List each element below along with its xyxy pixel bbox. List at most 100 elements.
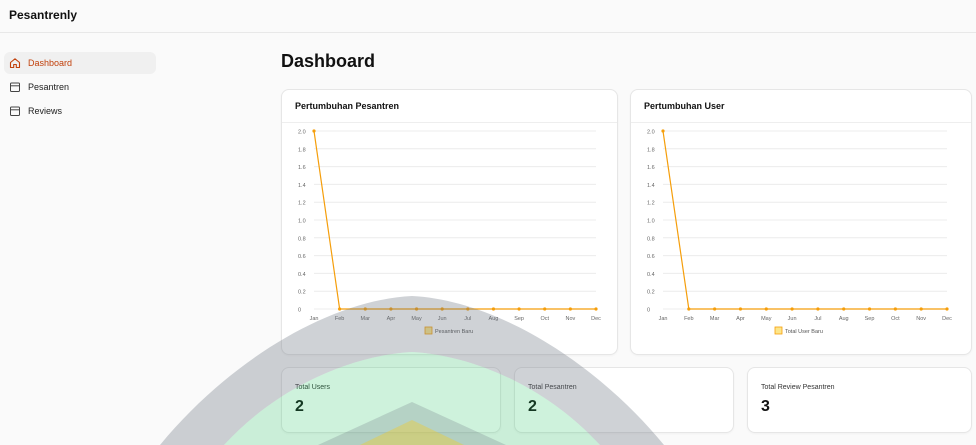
stat-value: 2 xyxy=(528,398,537,415)
data-point xyxy=(945,307,949,311)
x-tick-label: Sep xyxy=(514,316,524,322)
x-tick-label: Jul xyxy=(464,316,471,322)
stat-card-total-pesantren: Total Pesantren 2 xyxy=(514,367,734,433)
sidebar: Dashboard Pesantren Reviews xyxy=(0,33,164,445)
x-tick-label: Aug xyxy=(839,316,849,322)
x-tick-label: Mar xyxy=(710,316,720,322)
x-tick-label: Jan xyxy=(310,316,319,322)
data-point xyxy=(816,307,820,311)
data-point xyxy=(517,307,521,311)
data-point xyxy=(389,307,393,311)
data-point xyxy=(738,307,743,311)
y-tick-label: 1.4 xyxy=(298,183,306,189)
data-point xyxy=(893,307,897,311)
home-icon xyxy=(9,57,21,69)
app-brand[interactable]: Pesantrenly xyxy=(9,8,77,22)
page-title: Dashboard xyxy=(281,51,376,71)
x-tick-label: Mar xyxy=(361,316,371,322)
stat-label: Total Users xyxy=(295,384,331,391)
data-point xyxy=(764,307,768,311)
legend-swatch xyxy=(424,326,433,335)
data-point xyxy=(842,307,846,311)
data-point xyxy=(414,307,419,311)
stat-label: Total Review Pesantren xyxy=(761,384,835,391)
sidebar-item-label: Reviews xyxy=(28,106,63,116)
x-tick-label: Jul xyxy=(814,316,821,322)
sidebar-item-reviews[interactable]: Reviews xyxy=(4,100,156,122)
chart-title: Pertumbuhan User xyxy=(644,101,725,111)
x-tick-label: Feb xyxy=(684,316,693,322)
data-point xyxy=(661,129,665,133)
y-tick-label: 1.0 xyxy=(647,219,655,225)
archive-icon xyxy=(9,81,21,93)
x-tick-label: Dec xyxy=(591,316,601,322)
data-point xyxy=(919,307,923,311)
x-tick-label: May xyxy=(411,316,422,322)
user-growth-chart: 0 0.2 0.4 0.6 0.8 1.0 1.2 1.4 1.6 1.8 2.0 Jan Feb Mar… xyxy=(647,129,952,335)
x-tick-label: Dec xyxy=(942,316,952,322)
sidebar-item-label: Dashboard xyxy=(28,58,73,68)
legend-swatch xyxy=(774,326,783,335)
y-tick-label: 0.2 xyxy=(298,290,306,296)
y-tick-label: 0 xyxy=(647,308,650,314)
stat-value: 3 xyxy=(761,398,770,415)
y-tick-label: 1.6 xyxy=(298,165,306,171)
sidebar-item-pesantren[interactable]: Pesantren xyxy=(4,76,156,98)
stat-value: 2 xyxy=(295,398,304,415)
data-point xyxy=(312,129,316,133)
y-tick-label: 0.2 xyxy=(647,290,655,296)
archive-icon xyxy=(9,105,21,117)
chart-card-user: Pertumbuhan User 0 0.2 0.4 0.6 0.8 1.0 1.2 1.4 1… xyxy=(630,89,972,355)
y-tick-label: 1.6 xyxy=(647,165,655,171)
chart-card-pesantren: Pertumbuhan Pesantren 0 0.2 0.4 0.6 0.8 1.0 1.… xyxy=(281,89,618,355)
data-point xyxy=(440,307,444,311)
stat-label: Total Pesantren xyxy=(528,384,577,391)
y-tick-label: 0 xyxy=(298,308,301,314)
top-bar: Pesantrenly xyxy=(0,0,976,33)
x-tick-label: Apr xyxy=(387,316,396,322)
y-tick-label: 1.8 xyxy=(647,147,655,153)
data-point xyxy=(338,307,342,311)
stat-card-total-review: Total Review Pesantren 3 xyxy=(747,367,972,433)
x-tick-label: May xyxy=(761,316,772,322)
x-tick-label: Feb xyxy=(335,316,344,322)
data-point xyxy=(594,307,598,311)
stat-card-total-users: Total Users 2 xyxy=(281,367,501,433)
data-point xyxy=(867,307,872,311)
sidebar-item-label: Pesantren xyxy=(28,82,70,92)
y-tick-label: 0.4 xyxy=(298,272,306,278)
data-point xyxy=(543,307,547,311)
x-tick-label: Jun xyxy=(438,316,447,322)
x-tick-label: Apr xyxy=(736,316,745,322)
x-tick-label: Oct xyxy=(891,316,900,322)
y-tick-label: 0.8 xyxy=(647,236,655,242)
data-point xyxy=(687,307,691,311)
chart-title: Pertumbuhan Pesantren xyxy=(295,101,400,111)
y-tick-label: 0.4 xyxy=(647,272,655,278)
x-tick-label: Jan xyxy=(659,316,668,322)
pesantren-growth-chart: 0 0.2 0.4 0.6 0.8 1.0 1.2 1.4 1.6 1.8 2.0 Jan Feb Mar… xyxy=(298,129,601,335)
legend-label: Pesantren Baru xyxy=(435,329,473,335)
y-tick-label: 2.0 xyxy=(298,130,306,136)
y-tick-label: 0.8 xyxy=(298,236,306,242)
y-tick-label: 1.8 xyxy=(298,147,306,153)
data-point xyxy=(713,307,717,311)
x-tick-label: Jun xyxy=(788,316,797,322)
x-tick-label: Nov xyxy=(916,316,926,322)
data-point xyxy=(491,307,496,311)
y-tick-label: 1.0 xyxy=(298,219,306,225)
y-tick-label: 1.2 xyxy=(647,201,655,207)
y-tick-label: 2.0 xyxy=(647,130,655,136)
data-point xyxy=(790,307,794,311)
x-tick-label: Aug xyxy=(489,316,499,322)
y-tick-label: 1.2 xyxy=(298,201,306,207)
y-tick-label: 1.4 xyxy=(647,183,655,189)
sidebar-item-dashboard[interactable]: Dashboard xyxy=(4,52,156,74)
y-tick-label: 0.6 xyxy=(647,254,655,260)
data-point xyxy=(568,307,572,311)
y-tick-label: 0.6 xyxy=(298,254,306,260)
x-tick-label: Oct xyxy=(540,316,549,322)
data-point xyxy=(466,307,470,311)
x-tick-label: Nov xyxy=(565,316,575,322)
data-point xyxy=(363,307,367,311)
